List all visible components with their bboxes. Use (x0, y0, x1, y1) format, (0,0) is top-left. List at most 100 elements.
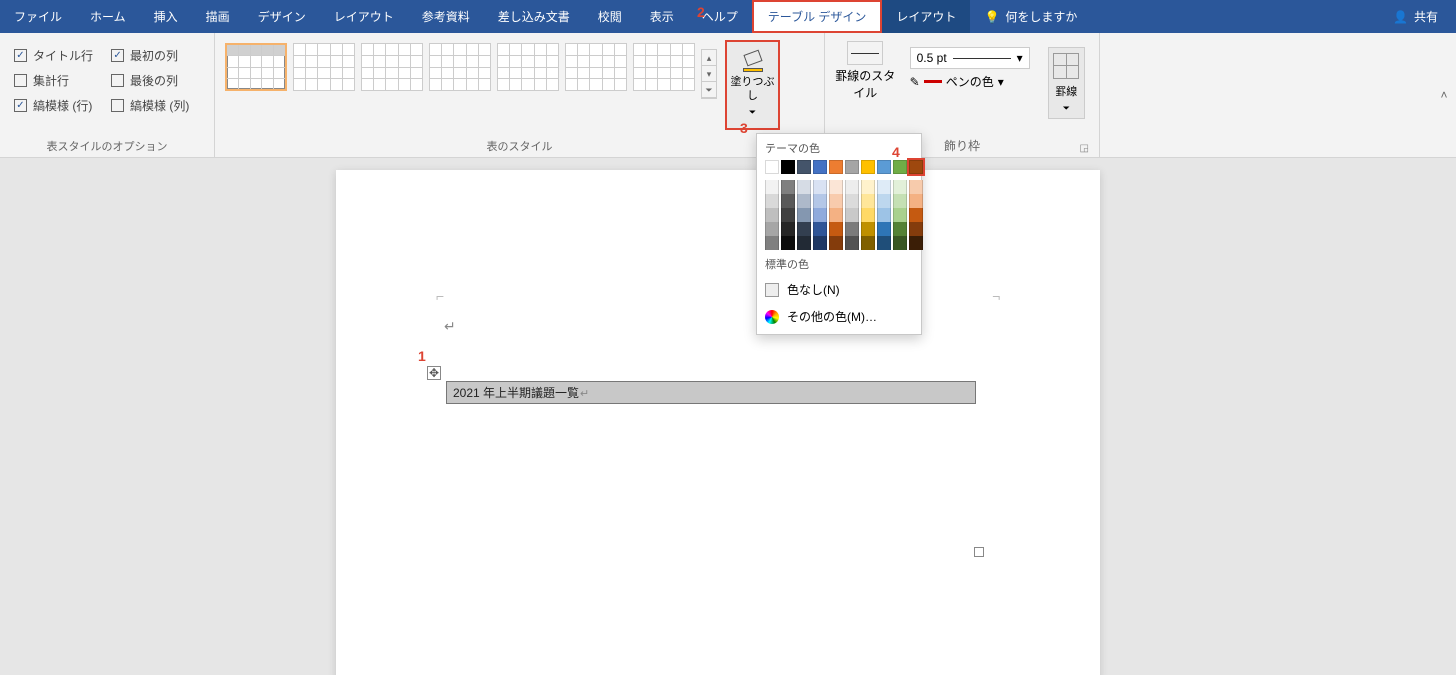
tab-table-layout[interactable]: レイアウト (882, 0, 970, 33)
color-swatch[interactable] (909, 236, 923, 250)
table-cell[interactable]: 2021 年上半期議題一覧↵ (447, 382, 976, 404)
color-swatch[interactable] (813, 222, 827, 236)
color-swatch[interactable] (909, 208, 923, 222)
tab-design[interactable]: デザイン (244, 0, 320, 33)
color-swatch[interactable] (909, 194, 923, 208)
table-style-item[interactable] (293, 43, 355, 91)
color-swatch[interactable] (893, 194, 907, 208)
table-move-handle[interactable]: ✥ (427, 366, 441, 380)
gallery-more[interactable]: ▴▾⏷ (701, 49, 717, 99)
color-swatch[interactable] (909, 180, 923, 194)
color-swatch[interactable] (765, 236, 779, 250)
color-swatch[interactable] (877, 236, 891, 250)
color-swatch[interactable] (829, 160, 843, 174)
tab-table-design[interactable]: テーブル デザイン (752, 0, 883, 33)
table-row[interactable]: 2021 年上半期議題一覧↵ (447, 382, 976, 404)
color-swatch[interactable] (797, 194, 811, 208)
color-swatch[interactable] (861, 208, 875, 222)
tab-file[interactable]: ファイル (0, 0, 76, 33)
color-swatch[interactable] (797, 160, 811, 174)
color-swatch[interactable] (829, 236, 843, 250)
table-resize-handle[interactable] (974, 547, 984, 557)
chk-total-row[interactable]: 集計行 (14, 72, 93, 89)
color-swatch[interactable] (845, 236, 859, 250)
color-swatch[interactable] (829, 180, 843, 194)
tab-references[interactable]: 参考資料 (408, 0, 484, 33)
color-swatch[interactable] (781, 194, 795, 208)
color-swatch[interactable] (845, 222, 859, 236)
tell-me-search[interactable]: 💡 何をしますか (984, 8, 1077, 25)
table-style-gallery[interactable]: ▴▾⏷ (223, 37, 719, 105)
color-swatch[interactable] (909, 222, 923, 236)
color-swatch[interactable] (845, 208, 859, 222)
tab-layout[interactable]: レイアウト (320, 0, 408, 33)
shading-fill-button[interactable]: 塗りつぶし ⏷ (725, 40, 780, 130)
color-swatch[interactable] (893, 180, 907, 194)
color-swatch[interactable] (813, 236, 827, 250)
table-style-item[interactable] (497, 43, 559, 91)
chk-title-row[interactable]: ✓タイトル行 (14, 47, 93, 64)
color-swatch[interactable] (861, 180, 875, 194)
color-swatch[interactable] (861, 236, 875, 250)
table-style-item[interactable] (633, 43, 695, 91)
color-swatch[interactable] (893, 160, 907, 174)
document-table[interactable]: 2021 年上半期議題一覧↵ (446, 381, 976, 404)
color-swatch[interactable] (909, 160, 923, 174)
color-swatch[interactable] (893, 222, 907, 236)
color-swatch[interactable] (877, 180, 891, 194)
chk-banded-cols[interactable]: 縞模様 (列) (111, 97, 189, 114)
color-swatch[interactable] (765, 194, 779, 208)
color-swatch[interactable] (765, 222, 779, 236)
more-colors-item[interactable]: その他の色(M)… (757, 303, 921, 330)
color-swatch[interactable] (781, 236, 795, 250)
color-swatch[interactable] (877, 208, 891, 222)
color-swatch[interactable] (893, 236, 907, 250)
color-swatch[interactable] (781, 180, 795, 194)
tab-review[interactable]: 校閲 (584, 0, 636, 33)
chk-last-col[interactable]: 最後の列 (111, 72, 189, 89)
color-swatch[interactable] (893, 208, 907, 222)
tab-home[interactable]: ホーム (76, 0, 140, 33)
color-swatch[interactable] (829, 194, 843, 208)
document-canvas[interactable]: ⌐ ⌐ ↵ ✥ 2021 年上半期議題一覧↵ 1 (0, 158, 1456, 675)
color-swatch[interactable] (781, 208, 795, 222)
color-swatch[interactable] (877, 222, 891, 236)
chk-first-col[interactable]: ✓最初の列 (111, 47, 189, 64)
tab-mailings[interactable]: 差し込み文書 (484, 0, 584, 33)
color-swatch[interactable] (797, 208, 811, 222)
color-swatch[interactable] (845, 194, 859, 208)
color-swatch[interactable] (861, 194, 875, 208)
color-swatch[interactable] (845, 180, 859, 194)
color-swatch[interactable] (813, 180, 827, 194)
color-swatch[interactable] (813, 194, 827, 208)
table-style-item[interactable] (429, 43, 491, 91)
color-swatch[interactable] (877, 194, 891, 208)
color-swatch[interactable] (829, 208, 843, 222)
color-swatch[interactable] (829, 222, 843, 236)
color-swatch[interactable] (797, 180, 811, 194)
pen-color-button[interactable]: ✎ペンの色▾ (910, 73, 1030, 90)
color-swatch[interactable] (845, 160, 859, 174)
collapse-ribbon-button[interactable]: ˄ (1432, 33, 1456, 157)
tab-view[interactable]: 表示 (636, 0, 688, 33)
borders-button[interactable]: 罫線 ⏷ (1048, 47, 1085, 119)
color-swatch[interactable] (813, 208, 827, 222)
color-swatch[interactable] (797, 236, 811, 250)
chk-banded-rows[interactable]: ✓縞模様 (行) (14, 97, 93, 114)
color-swatch[interactable] (797, 222, 811, 236)
dialog-launcher-icon[interactable]: ◲ (1080, 143, 1089, 154)
color-swatch[interactable] (765, 208, 779, 222)
table-style-item[interactable] (565, 43, 627, 91)
no-color-item[interactable]: 色なし(N) (757, 276, 921, 303)
color-swatch[interactable] (781, 222, 795, 236)
color-swatch[interactable] (861, 160, 875, 174)
table-style-item[interactable] (225, 43, 287, 91)
color-swatch[interactable] (765, 160, 779, 174)
color-swatch[interactable] (765, 180, 779, 194)
color-swatch[interactable] (813, 160, 827, 174)
color-swatch[interactable] (877, 160, 891, 174)
color-swatch[interactable] (781, 160, 795, 174)
tab-insert[interactable]: 挿入 (140, 0, 192, 33)
tab-draw[interactable]: 描画 (192, 0, 244, 33)
table-style-item[interactable] (361, 43, 423, 91)
